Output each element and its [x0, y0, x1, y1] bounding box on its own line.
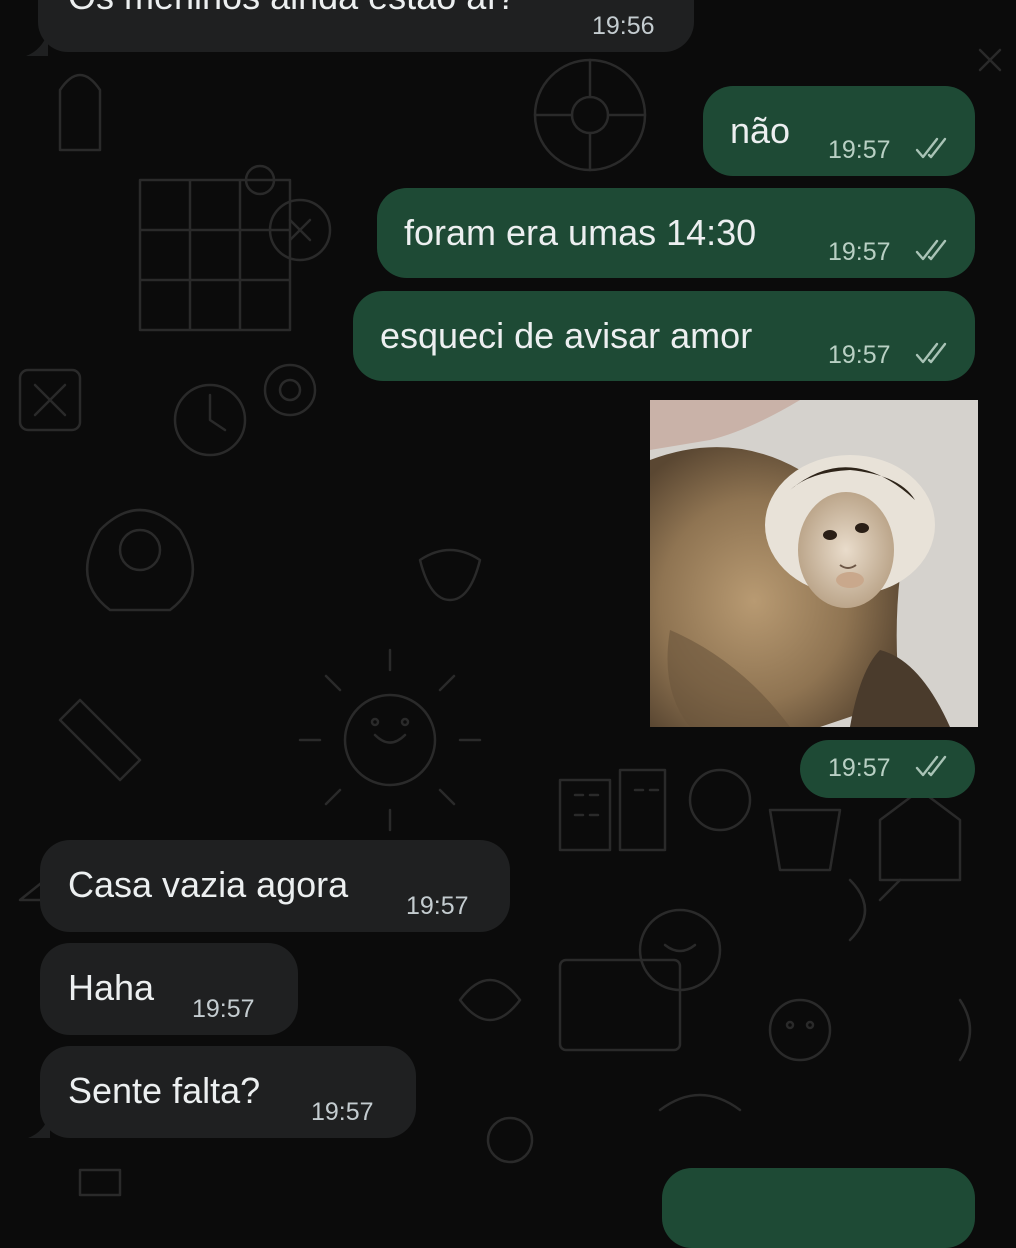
- message-bubble-outgoing[interactable]: esqueci de avisar amor 19:57: [353, 291, 975, 381]
- message-time: 19:56: [592, 12, 655, 40]
- read-receipt-icon: [915, 755, 947, 777]
- message-time: 19:57: [828, 341, 891, 369]
- message-bubble-incoming[interactable]: Sente falta? 19:57: [40, 1046, 416, 1138]
- message-time: 19:57: [406, 892, 469, 920]
- read-receipt-icon: [915, 137, 947, 159]
- message-time: 19:57: [828, 136, 891, 164]
- read-receipt-icon: [915, 239, 947, 261]
- message-text: Casa vazia agora: [68, 864, 349, 905]
- message-time: 19:57: [828, 754, 891, 782]
- message-text: não: [730, 110, 791, 151]
- message-bubble-incoming[interactable]: Casa vazia agora 19:57: [40, 840, 510, 932]
- message-text: foram era umas 14:30: [404, 212, 757, 253]
- read-receipt-icon: [915, 342, 947, 364]
- message-bubble-outgoing[interactable]: [662, 1168, 975, 1248]
- bubble-tail: [26, 32, 48, 56]
- message-bubble-outgoing[interactable]: foram era umas 14:30 19:57: [377, 188, 975, 278]
- capuchin-monkey-photo: [650, 400, 978, 727]
- image-timestamp-pill: 19:57: [800, 740, 975, 798]
- message-text: esqueci de avisar amor: [380, 315, 753, 356]
- message-time: 19:57: [311, 1098, 374, 1126]
- message-bubble-incoming[interactable]: Os meninos ainda estão aí? 19:56: [38, 0, 694, 52]
- message-text: Haha: [68, 967, 155, 1008]
- bubble-tail: [28, 1114, 50, 1138]
- message-time: 19:57: [192, 995, 255, 1023]
- message-time: 19:57: [828, 238, 891, 266]
- image-message[interactable]: [650, 400, 978, 727]
- message-bubble-outgoing[interactable]: não 19:57: [703, 86, 975, 176]
- message-text: Os meninos ainda estão aí?: [68, 0, 516, 18]
- message-bubble-incoming[interactable]: Haha 19:57: [40, 943, 298, 1035]
- message-text: Sente falta?: [68, 1070, 261, 1111]
